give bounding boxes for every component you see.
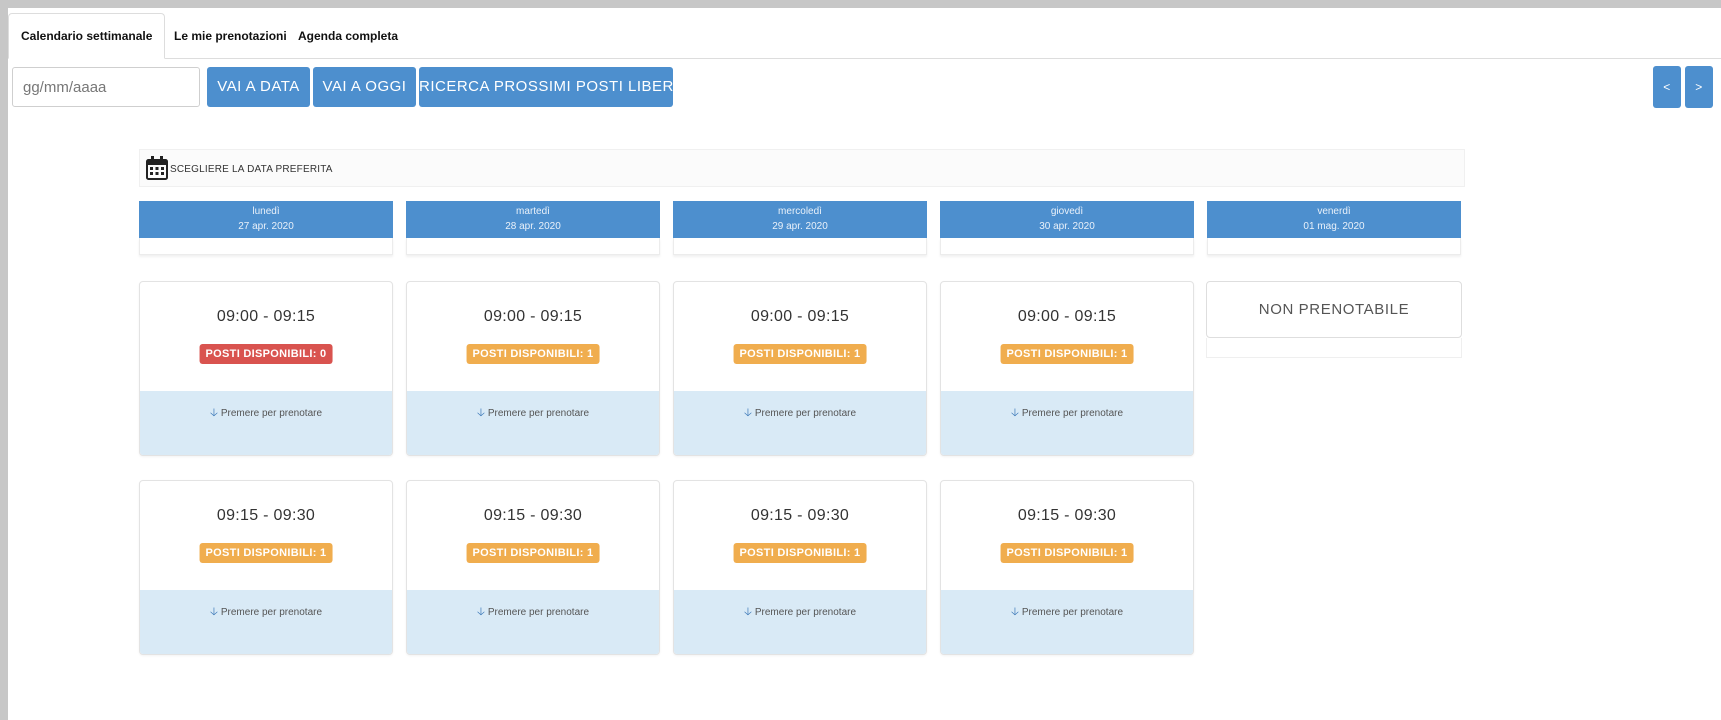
day-header-tuesday: martedì 28 apr. 2020 xyxy=(406,201,660,255)
availability-badge: POSTI DISPONIBILI: 1 xyxy=(1000,543,1134,563)
day-header-monday: lunedì 27 apr. 2020 xyxy=(139,201,393,255)
book-slot-button[interactable]: 🡣 Premere per prenotare xyxy=(407,590,659,654)
book-slot-button[interactable]: 🡣 Premere per prenotare xyxy=(407,391,659,455)
availability-badge: POSTI DISPONIBILI: 1 xyxy=(1000,344,1134,364)
book-slot-button[interactable]: 🡣 Premere per prenotare xyxy=(941,590,1193,654)
book-slot-label: Premere per prenotare xyxy=(220,408,323,419)
day-header-wednesday: mercoledì 29 apr. 2020 xyxy=(673,201,927,255)
time-slot-card: 09:00 - 09:15 POSTI DISPONIBILI: 0 🡣 Prem… xyxy=(139,281,393,456)
book-slot-button[interactable]: 🡣 Premere per prenotare xyxy=(941,391,1193,455)
goto-date-button[interactable]: VAI A DATA xyxy=(207,67,310,107)
goto-today-button[interactable]: VAI A OGGI xyxy=(313,67,416,107)
arrow-down-icon: 🡣 xyxy=(476,407,485,419)
book-slot-label: Premere per prenotare xyxy=(220,607,323,618)
day-header-thursday: giovedì 30 apr. 2020 xyxy=(940,201,1194,255)
tab-weekly-calendar[interactable]: Calendario settimanale xyxy=(8,13,166,59)
arrow-down-icon: 🡣 xyxy=(476,606,485,618)
book-slot-label: Premere per prenotare xyxy=(754,408,857,419)
book-slot-label: Premere per prenotare xyxy=(1021,607,1124,618)
book-slot-label: Premere per prenotare xyxy=(487,408,590,419)
tab-my-bookings[interactable]: Le mie prenotazioni xyxy=(174,14,287,58)
slot-time: 09:15 - 09:30 xyxy=(1017,507,1117,524)
prev-week-button[interactable]: < xyxy=(1653,66,1681,108)
availability-badge: POSTI DISPONIBILI: 1 xyxy=(733,344,867,364)
book-slot-button[interactable]: 🡣 Premere per prenotare xyxy=(674,391,926,455)
book-slot-button[interactable]: 🡣 Premere per prenotare xyxy=(140,590,392,654)
search-next-free-button[interactable]: RICERCA PROSSIMI POSTI LIBERI xyxy=(419,67,678,107)
availability-badge: POSTI DISPONIBILI: 0 xyxy=(199,344,333,364)
book-slot-label: Premere per prenotare xyxy=(754,607,857,618)
day-name: mercoledì xyxy=(778,206,822,217)
slot-time: 09:00 - 09:15 xyxy=(750,308,850,325)
slot-time: 09:00 - 09:15 xyxy=(483,308,583,325)
time-slot-card: 09:15 - 09:30 POSTI DISPONIBILI: 1 🡣 Prem… xyxy=(139,480,393,655)
time-slot-card: 09:15 - 09:30 POSTI DISPONIBILI: 1 🡣 Prem… xyxy=(940,480,1194,655)
slot-time: 09:15 - 09:30 xyxy=(216,507,316,524)
tab-full-agenda[interactable]: Agenda completa xyxy=(298,14,398,58)
arrow-down-icon: 🡣 xyxy=(743,606,752,618)
day-name: giovedì xyxy=(1050,206,1084,217)
book-slot-button[interactable]: 🡣 Premere per prenotare xyxy=(140,391,392,455)
day-date: 29 apr. 2020 xyxy=(772,221,828,232)
day-name: lunedì xyxy=(252,206,280,217)
choose-date-bar: SCEGLIERE LA DATA PREFERITA xyxy=(139,149,1465,187)
time-slot-card: 09:00 - 09:15 POSTI DISPONIBILI: 1 🡣 Prem… xyxy=(940,281,1194,456)
availability-badge: POSTI DISPONIBILI: 1 xyxy=(199,543,333,563)
date-input[interactable] xyxy=(12,67,200,107)
arrow-down-icon: 🡣 xyxy=(1010,606,1019,618)
time-slot-card: 09:15 - 09:30 POSTI DISPONIBILI: 1 🡣 Prem… xyxy=(673,480,927,655)
book-slot-label: Premere per prenotare xyxy=(487,607,590,618)
time-slot-card: 09:15 - 09:30 POSTI DISPONIBILI: 1 🡣 Prem… xyxy=(406,480,660,655)
book-slot-label: Premere per prenotare xyxy=(1021,408,1124,419)
time-slot-card: 09:00 - 09:15 POSTI DISPONIBILI: 1 🡣 Prem… xyxy=(406,281,660,456)
book-slot-button[interactable]: 🡣 Premere per prenotare xyxy=(674,590,926,654)
day-name: venerdì xyxy=(1317,206,1351,217)
day-date: 28 apr. 2020 xyxy=(505,221,561,232)
arrow-down-icon: 🡣 xyxy=(743,407,752,419)
day-date: 01 mag. 2020 xyxy=(1303,221,1365,232)
availability-badge: POSTI DISPONIBILI: 1 xyxy=(466,543,600,563)
availability-badge: POSTI DISPONIBILI: 1 xyxy=(466,344,600,364)
next-week-button[interactable]: > xyxy=(1685,66,1713,108)
arrow-down-icon: 🡣 xyxy=(209,407,218,419)
not-bookable-card: NON PRENOTABILE xyxy=(1206,281,1462,338)
availability-badge: POSTI DISPONIBILI: 1 xyxy=(733,543,867,563)
booking-page: Calendario settimanale Le mie prenotazio… xyxy=(8,8,1721,720)
time-slot-card: 09:00 - 09:15 POSTI DISPONIBILI: 1 🡣 Prem… xyxy=(673,281,927,456)
calendar-icon xyxy=(146,156,168,180)
arrow-down-icon: 🡣 xyxy=(1010,407,1019,419)
choose-date-label: SCEGLIERE LA DATA PREFERITA xyxy=(170,164,333,175)
slot-time: 09:00 - 09:15 xyxy=(216,308,316,325)
not-bookable-shadow xyxy=(1206,338,1462,358)
arrow-down-icon: 🡣 xyxy=(209,606,218,618)
day-name: martedì xyxy=(516,206,550,217)
day-date: 30 apr. 2020 xyxy=(1039,221,1095,232)
tab-bar: Calendario settimanale Le mie prenotazio… xyxy=(8,8,1721,59)
day-date: 27 apr. 2020 xyxy=(238,221,294,232)
day-header-friday: venerdì 01 mag. 2020 xyxy=(1207,201,1461,255)
slot-time: 09:15 - 09:30 xyxy=(483,507,583,524)
slot-time: 09:15 - 09:30 xyxy=(750,507,850,524)
slot-time: 09:00 - 09:15 xyxy=(1017,308,1117,325)
